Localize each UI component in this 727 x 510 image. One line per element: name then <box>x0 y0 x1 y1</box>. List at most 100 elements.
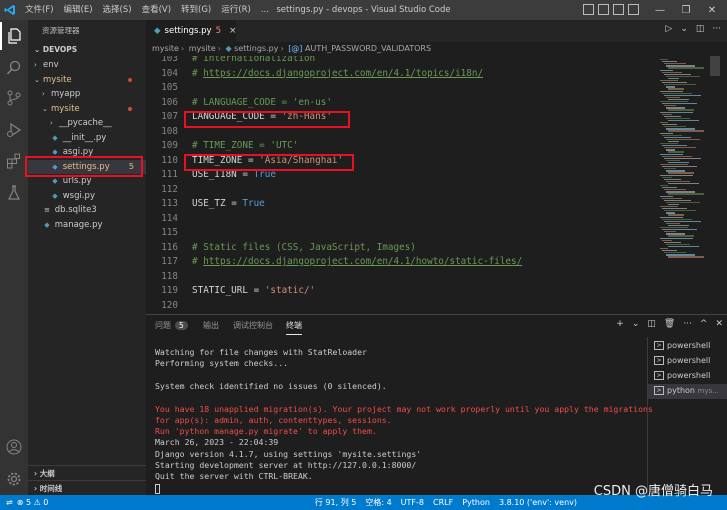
line-number: 113 <box>161 198 178 209</box>
workspace-root[interactable]: ⌄ DEVOPS <box>28 42 146 58</box>
cursor-position[interactable]: 行 91, 列 5 <box>315 495 356 510</box>
breadcrumb-item[interactable]: settings.py <box>234 44 278 53</box>
tab-terminal[interactable]: 终端 <box>286 320 302 335</box>
tab-debug-console[interactable]: 调试控制台 <box>233 320 273 331</box>
problems-status[interactable]: ⊗ 5 ⚠ 0 <box>17 495 49 510</box>
run-debug-icon[interactable] <box>0 116 28 144</box>
menu-item[interactable]: 查看(V) <box>137 0 176 20</box>
code-token: # <box>192 67 204 79</box>
tab-settings-py[interactable]: ◆ settings.py 5 × <box>146 20 237 42</box>
tree-item-manage-py[interactable]: ◆ manage.py <box>28 218 146 233</box>
tab-output[interactable]: 输出 <box>203 320 219 331</box>
terminal-instance[interactable]: > python mys... <box>648 384 727 399</box>
tree-item-mysite[interactable]: ⌄ mysite <box>28 102 146 117</box>
tree-item-myapp[interactable]: › myapp <box>28 87 146 102</box>
testing-icon[interactable] <box>0 179 28 207</box>
code-line: 116 # Static files (CSS, JavaScript, Imag… <box>146 241 416 256</box>
tree-item-label: manage.py <box>54 219 103 230</box>
menu-item[interactable]: 转到(G) <box>176 0 216 20</box>
terminal-icon: > <box>654 341 664 350</box>
menu-item[interactable]: 选择(S) <box>98 0 137 20</box>
split-editor-icon[interactable]: ◫ <box>696 24 705 34</box>
python-file-icon: ◆ <box>154 26 161 36</box>
minimap-line <box>662 92 692 94</box>
maximize-panel-icon[interactable]: ^ <box>700 319 708 329</box>
minimap-line <box>666 191 695 193</box>
activity-bar <box>0 20 28 495</box>
toggle-sidebar-icon[interactable] <box>583 4 594 15</box>
run-python-file-icon[interactable]: ▷ <box>665 24 672 34</box>
minimap-line <box>662 71 682 73</box>
search-icon[interactable] <box>0 54 28 82</box>
minimap-line <box>660 237 693 239</box>
timeline-section[interactable]: › 时间线 <box>28 480 146 495</box>
menu-item[interactable]: ... <box>256 0 274 20</box>
close-window-button[interactable]: ✕ <box>699 0 725 20</box>
layout-controls <box>583 4 639 15</box>
language-mode[interactable]: Python <box>462 495 490 510</box>
new-terminal-icon[interactable]: + <box>616 319 624 329</box>
close-panel-icon[interactable]: ✕ <box>715 319 723 329</box>
files-icon[interactable] <box>0 22 28 50</box>
menu-item[interactable]: 文件(F) <box>20 0 59 20</box>
restore-button[interactable]: ❐ <box>673 0 699 20</box>
minimap-line <box>660 80 678 82</box>
toggle-secondary-sidebar-icon[interactable] <box>613 4 624 15</box>
tree-item--pycache-[interactable]: › __pycache__ <box>28 116 146 131</box>
line-endings[interactable]: CRLF <box>433 495 453 510</box>
extensions-icon[interactable] <box>0 147 28 175</box>
split-terminal-icon[interactable]: ◫ <box>647 319 656 329</box>
chevron-down-icon[interactable]: ⌄ <box>680 24 688 34</box>
account-icon[interactable] <box>0 433 28 461</box>
minimap-line <box>662 166 697 168</box>
code-editor[interactable]: 120 119 STATIC_URL = 'static/' 118 117 # http… <box>146 56 656 314</box>
tab-problems[interactable]: 问题 5 <box>155 320 188 331</box>
breadcrumb-item[interactable]: AUTH_PASSWORD_VALIDATORS <box>305 44 431 53</box>
editor-tabs: ◆ settings.py 5 × ▷ ⌄ ◫ ··· <box>146 20 727 42</box>
minimize-button[interactable]: — <box>647 0 673 20</box>
manage-gear-icon[interactable] <box>0 465 28 493</box>
source-control-icon[interactable] <box>0 84 28 112</box>
minimap-line <box>668 140 679 143</box>
menu-item[interactable]: 运行(R) <box>216 0 256 20</box>
code-token: 'static/' <box>264 285 316 296</box>
tree-item-mysite[interactable]: ⌄ mysite <box>28 73 146 88</box>
panel-tab-label: 输出 <box>203 321 219 330</box>
terminal-instance[interactable]: > powershell <box>648 339 727 354</box>
menu-item[interactable]: 编辑(E) <box>59 0 98 20</box>
more-actions-icon[interactable]: ··· <box>683 319 692 329</box>
tree-item-wsgi-py[interactable]: ◆ wsgi.py <box>28 189 146 204</box>
terminal-instance[interactable]: > powershell <box>648 369 727 384</box>
code-token: = <box>247 285 265 296</box>
tree-item--init-py[interactable]: ◆ __init__.py <box>28 131 146 146</box>
encoding[interactable]: UTF-8 <box>401 495 424 510</box>
kill-terminal-icon[interactable]: 🗑 <box>664 319 675 329</box>
bottom-panel: 问题 5 输出 调试控制台 终端 + ⌄ ◫ 🗑 ··· ^ ✕ Watching fo… <box>146 314 727 496</box>
chevron-down-icon: ⌄ <box>42 104 48 113</box>
breadcrumb-item[interactable]: mysite <box>152 44 179 53</box>
customize-layout-icon[interactable] <box>628 4 639 15</box>
python-file-icon: ◆ <box>52 191 58 200</box>
remote-icon[interactable]: ⇌ <box>6 495 13 510</box>
line-number: 118 <box>161 270 178 282</box>
close-tab-icon[interactable]: × <box>229 26 237 36</box>
terminal-output[interactable]: Watching for file changes with StatReloa… <box>146 337 653 496</box>
code-line: 105 <box>146 81 192 96</box>
minimap[interactable] <box>656 56 727 314</box>
terminal-name: powershell <box>667 341 711 350</box>
outline-section[interactable]: › 大纲 <box>28 465 146 480</box>
python-interpreter[interactable]: 3.8.10 ('env': venv) <box>499 495 577 510</box>
breadcrumb-item[interactable]: mysite <box>189 44 216 53</box>
toggle-panel-icon[interactable] <box>598 4 609 15</box>
chevron-down-icon[interactable]: ⌄ <box>632 319 640 329</box>
terminal-icon: > <box>654 356 664 365</box>
terminal-instance[interactable]: > powershell <box>648 354 727 369</box>
editor-actions: ▷ ⌄ ◫ ··· <box>665 24 721 34</box>
tree-item-db-sqlite3[interactable]: ≡ db.sqlite3 <box>28 203 146 218</box>
more-actions-icon[interactable]: ··· <box>712 24 721 34</box>
code-token: # Internationalization <box>192 56 316 64</box>
terminal-line: Performing system checks... <box>155 358 289 369</box>
editor-scrollbar[interactable] <box>710 56 720 76</box>
indentation[interactable]: 空格: 4 <box>365 495 391 510</box>
tree-item-env[interactable]: › env <box>28 58 146 73</box>
